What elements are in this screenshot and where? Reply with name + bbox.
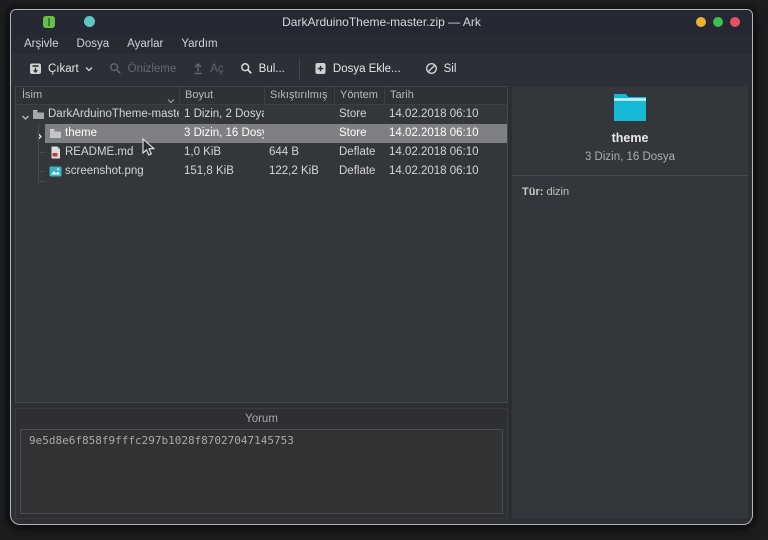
preview-button: Önizleme bbox=[101, 58, 185, 79]
add-files-button[interactable]: Dosya Ekle... bbox=[306, 58, 409, 79]
close-button[interactable] bbox=[730, 17, 740, 27]
sort-indicator-icon bbox=[167, 93, 175, 104]
menu-file[interactable]: Dosya bbox=[68, 36, 119, 52]
maximize-button[interactable] bbox=[713, 17, 723, 27]
table-row-readme[interactable]: README.md 1,0 KiB 644 B Deflate 14.02.20… bbox=[16, 143, 507, 162]
table-row-theme[interactable]: theme 3 Dizin, 16 Dosya Store 14.02.2018… bbox=[16, 124, 507, 143]
menu-help[interactable]: Yardım bbox=[172, 36, 226, 52]
extract-icon bbox=[29, 62, 42, 75]
delete-icon bbox=[425, 62, 438, 75]
ark-window: DarkArduinoTheme-master.zip — Ark Arşivl… bbox=[10, 9, 753, 525]
menubar: Arşivle Dosya Ayarlar Yardım bbox=[11, 34, 752, 53]
folder-icon bbox=[49, 127, 62, 140]
markdown-file-icon bbox=[49, 146, 62, 159]
info-name: theme bbox=[611, 131, 649, 145]
comment-panel: Yorum 9e5d8e6f858f9fffc297b1028f87027047… bbox=[15, 408, 508, 519]
open-button: Aç bbox=[184, 58, 231, 79]
toolbar-separator bbox=[298, 58, 300, 79]
menu-archive[interactable]: Arşivle bbox=[15, 36, 68, 52]
info-type: Tür: dizin bbox=[522, 186, 570, 198]
menu-settings[interactable]: Ayarlar bbox=[118, 36, 172, 52]
table-header: İsim Boyut Sıkıştırılmış Yöntem Tarih bbox=[16, 87, 507, 105]
info-summary: 3 Dizin, 16 Dosya bbox=[584, 151, 676, 163]
add-file-icon bbox=[314, 62, 327, 75]
info-panel: theme 3 Dizin, 16 Dosya Tür: dizin bbox=[512, 86, 748, 519]
titlebar[interactable]: DarkArduinoTheme-master.zip — Ark bbox=[11, 10, 752, 34]
column-header-method[interactable]: Yöntem bbox=[334, 87, 384, 104]
extract-button[interactable]: Çıkart bbox=[21, 58, 101, 79]
comment-label: Yorum bbox=[245, 413, 278, 425]
column-header-compressed[interactable]: Sıkıştırılmış bbox=[264, 87, 334, 104]
find-button[interactable]: Bul... bbox=[232, 58, 293, 79]
comment-textarea[interactable]: 9e5d8e6f858f9fffc297b1028f87027047145753 bbox=[20, 429, 503, 514]
folder-icon bbox=[32, 108, 45, 121]
image-file-icon bbox=[49, 165, 62, 178]
chevron-down-icon bbox=[85, 66, 93, 72]
expander-closed-icon[interactable] bbox=[35, 129, 44, 140]
window-title: DarkArduinoTheme-master.zip — Ark bbox=[282, 15, 481, 29]
toolbar: Çıkart Önizleme Aç Bul... Dosya Ekle... … bbox=[11, 53, 752, 84]
magnifier-icon bbox=[109, 62, 122, 75]
column-header-size[interactable]: Boyut bbox=[179, 87, 264, 104]
search-icon bbox=[240, 62, 253, 75]
column-header-name[interactable]: İsim bbox=[16, 87, 179, 104]
ark-app-icon bbox=[43, 16, 55, 28]
column-header-date[interactable]: Tarih bbox=[384, 87, 507, 104]
delete-button[interactable]: Sil bbox=[417, 58, 465, 79]
table-row-screenshot[interactable]: screenshot.png 151,8 KiB 122,2 KiB Defla… bbox=[16, 162, 507, 181]
expander-open-icon[interactable] bbox=[21, 110, 30, 120]
minimize-button[interactable] bbox=[696, 17, 706, 27]
open-arrow-icon bbox=[192, 62, 204, 75]
folder-icon-large bbox=[614, 94, 646, 121]
table-row-root[interactable]: DarkArduinoTheme-master 1 Dizin, 2 Dosya… bbox=[16, 105, 507, 124]
archive-table: İsim Boyut Sıkıştırılmış Yöntem Tarih Da… bbox=[15, 86, 508, 403]
info-divider bbox=[512, 175, 748, 176]
teal-dot-icon bbox=[84, 16, 95, 27]
